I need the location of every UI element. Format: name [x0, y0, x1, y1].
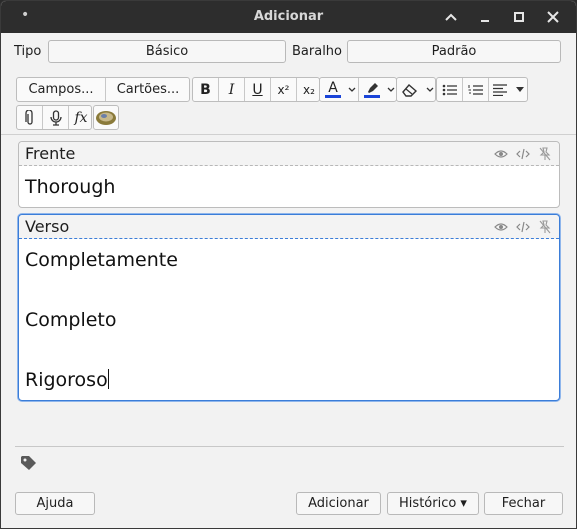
tipo-label: Tipo [14, 44, 42, 59]
underline-button[interactable]: U [245, 78, 270, 101]
field-header: Frente [19, 142, 559, 166]
bullet-list-icon[interactable] [437, 78, 462, 101]
title-bar: • Adicionar [1, 1, 576, 33]
field-text-line-active[interactable]: Rigoroso [25, 369, 109, 391]
field-name-label: Verso [25, 217, 70, 236]
note-type-button[interactable]: Básico [48, 40, 286, 63]
cards-button[interactable]: Cartões... [106, 78, 190, 101]
image-occlusion-group [93, 105, 119, 130]
field-verso: Verso Completamente Completo Rigoroso [18, 214, 560, 401]
note-type-deck-row: Tipo Básico Baralho Padrão [1, 40, 576, 64]
code-icon[interactable] [515, 147, 531, 161]
text-color-button[interactable]: A [320, 78, 346, 101]
text-color-dropdown-icon[interactable] [346, 78, 358, 101]
highlight-color-button[interactable] [359, 78, 385, 101]
list-group [436, 77, 528, 102]
close-icon[interactable] [542, 7, 564, 27]
history-button[interactable]: Histórico ▾ [387, 492, 479, 515]
tag-icon[interactable] [20, 455, 38, 471]
superscript-button[interactable]: x² [271, 78, 296, 101]
pin-icon[interactable] [537, 220, 553, 234]
italic-button[interactable]: I [219, 78, 244, 101]
help-button[interactable]: Ajuda [15, 492, 95, 515]
add-note-window: • Adicionar Tipo Básico Baralho Padrão C… [0, 0, 577, 529]
color-group: A [319, 77, 397, 102]
align-icon[interactable] [489, 78, 511, 101]
numbered-list-icon[interactable] [463, 78, 488, 101]
field-text-line[interactable]: Completo [25, 309, 117, 331]
field-text-line[interactable]: Thorough [25, 176, 115, 198]
paperclip-icon[interactable] [17, 106, 42, 129]
subscript-button[interactable]: x₂ [297, 78, 321, 101]
highlighter-icon [368, 82, 378, 93]
add-button[interactable]: Adicionar [296, 492, 381, 515]
text-color-swatch [325, 95, 341, 98]
baralho-label: Baralho [292, 44, 343, 59]
tag-divider [15, 446, 564, 447]
eraser-icon[interactable] [397, 78, 423, 101]
bold-button[interactable]: B [193, 78, 218, 101]
highlight-color-swatch [364, 94, 380, 98]
text-color-icon: A [328, 80, 338, 96]
eye-icon[interactable] [493, 147, 509, 161]
minimize-icon[interactable] [474, 7, 496, 27]
fields-button[interactable]: Campos... [17, 78, 105, 101]
image-occlusion-icon[interactable] [94, 106, 118, 129]
field-frente: Frente Thorough [18, 141, 560, 208]
field-text-line[interactable]: Completamente [25, 249, 178, 271]
eye-icon[interactable] [493, 220, 509, 234]
fields-cards-group: Campos... Cartões... [16, 77, 190, 102]
close-button[interactable]: Fechar [484, 492, 563, 515]
maximize-icon[interactable] [508, 7, 530, 27]
align-dropdown-icon[interactable] [511, 78, 528, 101]
field-header: Verso [19, 215, 559, 239]
chevron-up-icon[interactable] [440, 7, 462, 27]
format-group: B I U x² x₂ [192, 77, 320, 102]
microphone-icon[interactable] [43, 106, 68, 129]
field-name-label: Frente [25, 144, 76, 163]
deck-button[interactable]: Padrão [347, 40, 561, 63]
code-icon[interactable] [515, 220, 531, 234]
formula-icon[interactable]: fx [69, 106, 93, 129]
text-caret [107, 369, 109, 389]
media-group: fx [16, 105, 92, 130]
eraser-group [396, 77, 436, 102]
eraser-dropdown-icon[interactable] [423, 78, 436, 101]
pin-icon[interactable] [537, 147, 553, 161]
